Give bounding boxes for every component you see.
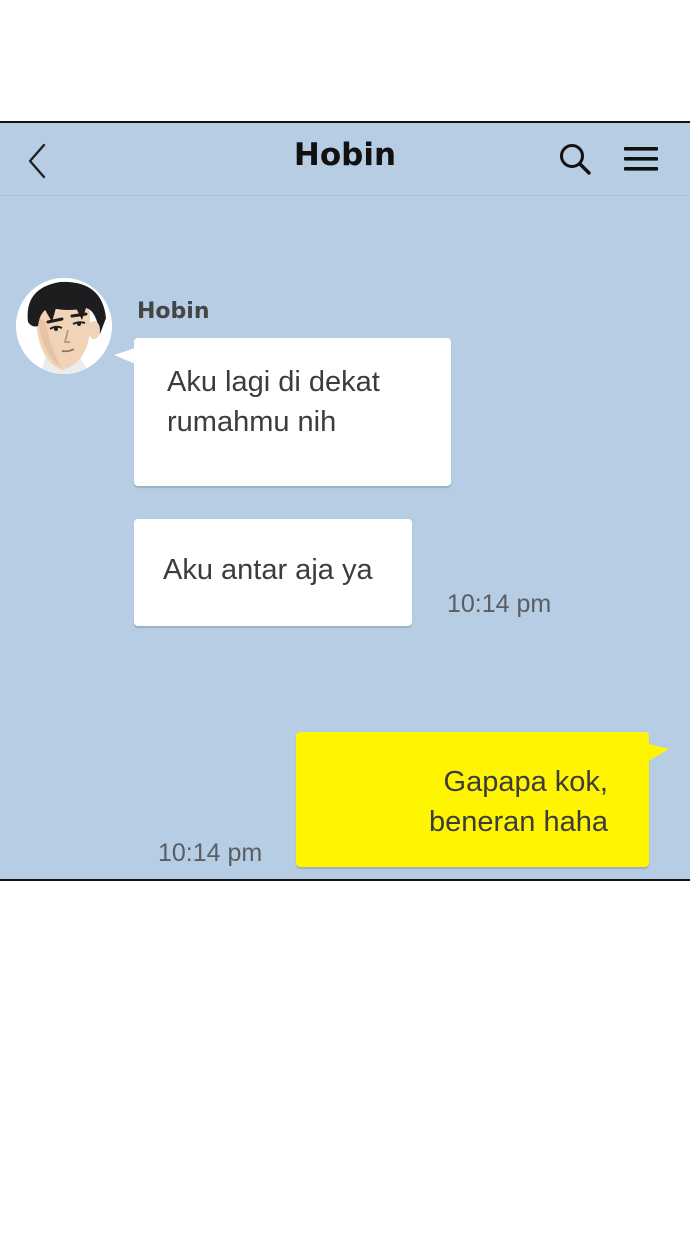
message-timestamp: 10:14 pm [158,839,263,867]
avatar[interactable] [16,278,112,374]
hamburger-menu-icon [624,147,658,171]
chat-header: Hobin [0,123,690,196]
avatar-portrait-icon [16,278,112,374]
message-text: Aku antar aja ya [163,554,373,586]
menu-button[interactable] [622,143,660,175]
incoming-message[interactable]: Aku antar aja ya [134,519,412,626]
message-timestamp: 10:14 pm [447,590,552,618]
message-text: Gapapa kok, [443,766,608,798]
message-text: beneran haha [429,806,608,838]
message-text: Aku lagi di dekat [167,366,380,398]
message-text: rumahmu nih [167,406,337,438]
outgoing-message[interactable]: Gapapa kok, beneran haha [296,732,649,867]
chat-screen: Hobin Hobin Aku lagi di dekat rumahmu ni… [0,121,690,881]
search-button[interactable] [558,141,594,179]
incoming-message[interactable]: Aku lagi di dekat rumahmu nih [134,338,451,486]
sender-name: Hobin [137,299,210,324]
search-icon [560,144,591,175]
